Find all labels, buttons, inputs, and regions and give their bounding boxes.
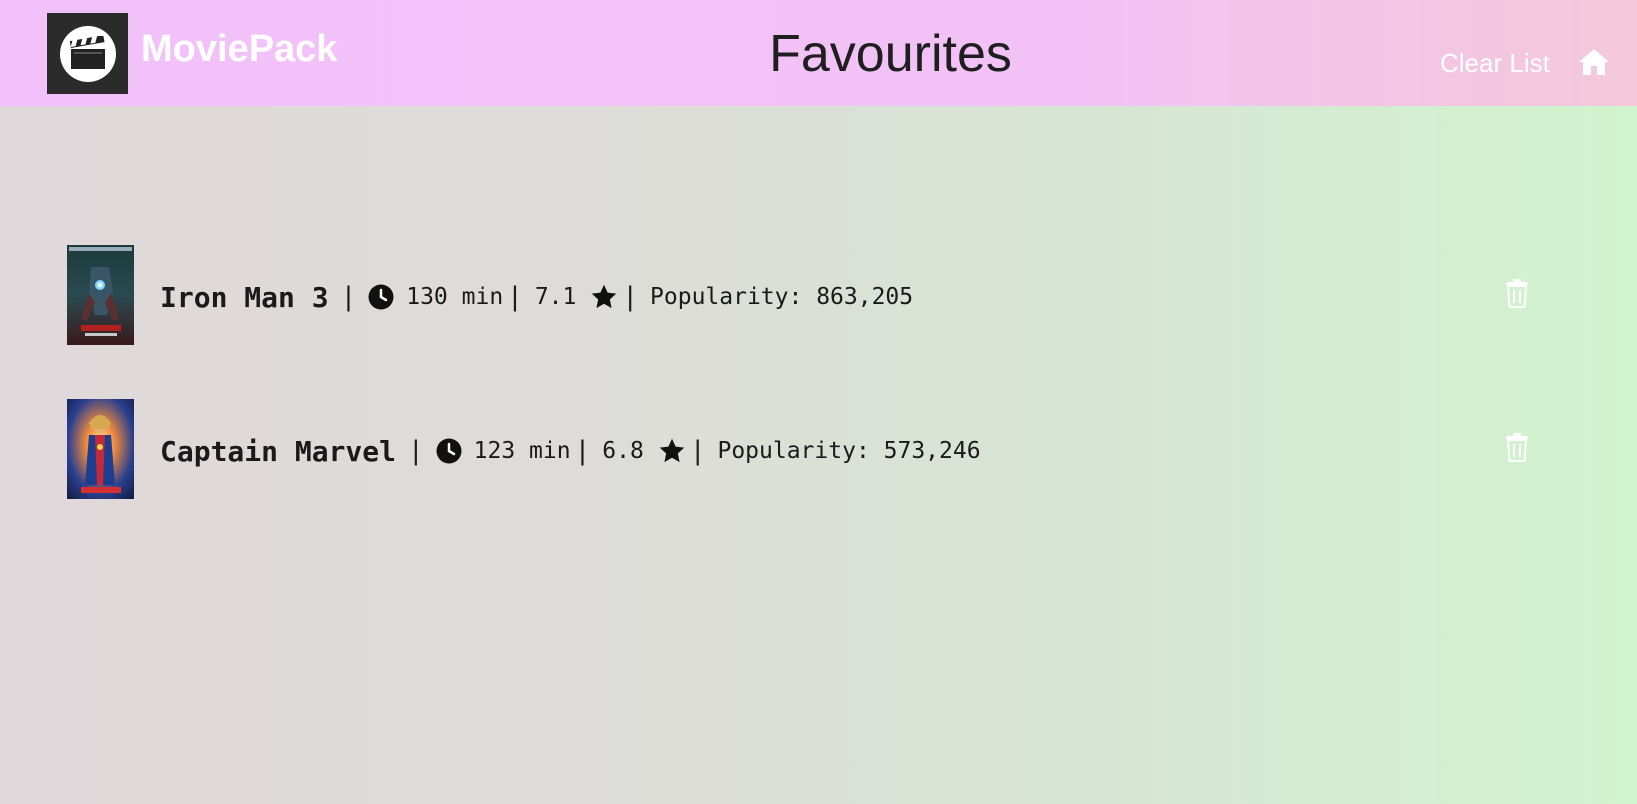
list-item: Captain Marvel | 123 min | 6.8 | Popular…: [67, 399, 1537, 499]
app-header: MoviePack Favourites Clear List: [0, 0, 1637, 106]
clear-list-button[interactable]: Clear List: [1440, 48, 1550, 79]
clock-icon: [436, 438, 462, 464]
movie-title[interactable]: Iron Man 3: [160, 281, 329, 314]
movie-title[interactable]: Captain Marvel: [160, 435, 396, 468]
star-icon: [592, 284, 617, 309]
list-item: Iron Man 3 | 130 min | 7.1 | Popularity:…: [67, 245, 1537, 345]
movie-poster[interactable]: [67, 245, 134, 345]
trash-icon[interactable]: [1505, 278, 1529, 308]
page-title: Favourites: [0, 24, 1637, 84]
movie-popularity: Popularity: 863,205: [650, 284, 914, 310]
movie-info: Iron Man 3 | 130 min | 7.1 | Popularity:…: [160, 277, 913, 317]
home-icon[interactable]: [1578, 47, 1610, 77]
separator: |: [408, 436, 424, 466]
movie-info: Captain Marvel | 123 min | 6.8 | Popular…: [160, 431, 981, 471]
separator: |: [689, 436, 706, 466]
movie-runtime: 123 min: [473, 438, 571, 464]
star-icon: [659, 438, 685, 463]
separator: |: [574, 436, 591, 466]
clock-icon: [368, 284, 394, 310]
separator: |: [340, 282, 357, 312]
movie-poster[interactable]: [67, 399, 134, 499]
page-title-text: Favourites: [769, 25, 1012, 83]
trash-icon[interactable]: [1505, 432, 1529, 462]
movie-rating: 6.8: [602, 438, 644, 464]
movie-runtime: 130 min: [406, 284, 504, 310]
movie-rating: 7.1: [534, 284, 577, 310]
movie-popularity: Popularity: 573,246: [717, 438, 981, 464]
separator: |: [507, 282, 523, 312]
separator: |: [622, 282, 639, 312]
